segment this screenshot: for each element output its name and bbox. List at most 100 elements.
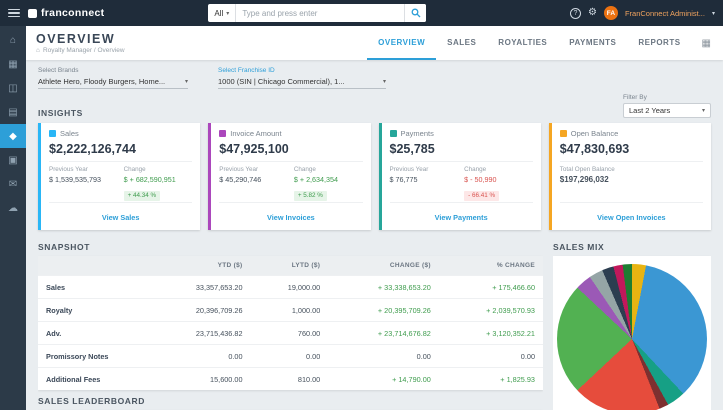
cell-value: 0.00 <box>250 344 329 368</box>
tab-royalties[interactable]: ROYALTIES <box>487 26 558 60</box>
brands-filter: Select Brands Athlete Hero, Floody Burge… <box>38 67 188 89</box>
sidebar-item-store[interactable]: ▣ <box>0 148 26 172</box>
franchise-filter-dropdown[interactable]: 1000 (SIN | Chicago Commercial), 1... ▾ <box>218 76 386 89</box>
change-label: Change <box>293 166 316 173</box>
title-wrap: OVERVIEW ⌂ Royalty Manager / Overview <box>36 32 125 54</box>
view-open-invoices-link[interactable]: View Open Invoices <box>597 213 665 222</box>
cell-value: 0.00 <box>150 344 251 368</box>
snapshot-column-blank <box>38 256 150 276</box>
logo-icon <box>28 8 37 18</box>
row-label: Additional Fees <box>38 367 150 390</box>
total-open-balance-value: $197,296,032 <box>559 175 609 184</box>
cell-value: + 33,338,653.20 <box>328 275 439 299</box>
change-badge: + 44.34 % <box>123 190 161 201</box>
chevron-down-icon: ▾ <box>184 79 188 85</box>
open-balance-card: Open Balance $47,830,693 Total Open Bala… <box>548 123 711 230</box>
tab-sales[interactable]: SALES <box>436 26 487 60</box>
dashboard-icon: ▦ <box>8 58 18 70</box>
row-label: Sales <box>38 275 150 299</box>
cell-value: 0.00 <box>438 344 543 368</box>
cell-value: 1,000.00 <box>250 298 329 322</box>
gear-icon[interactable]: ⚙ <box>588 8 597 18</box>
cell-value: + 14,790.00 <box>328 367 439 390</box>
cell-value: 33,357,653.20 <box>150 275 251 299</box>
chevron-down-icon: ▾ <box>226 10 230 17</box>
cell-value: + 175,466.60 <box>438 275 543 299</box>
view-sales-link[interactable]: View Sales <box>102 213 140 222</box>
invoice-amount-card: Invoice Amount $47,925,100 Previous Year… <box>208 123 371 230</box>
cell-value: + 1,825.93 <box>438 367 543 390</box>
cell-value: + 23,714,676.82 <box>328 321 439 345</box>
search-button[interactable] <box>404 4 427 22</box>
search-icon <box>411 6 421 21</box>
apps-grid-icon[interactable]: ▦ <box>692 26 711 60</box>
search-scope-dropdown[interactable]: All ▾ <box>208 4 237 22</box>
change-value: $ - 50,990 <box>464 175 497 184</box>
row-label: Royalty <box>38 298 150 322</box>
tab-bar: OVERVIEW SALES ROYALTIES PAYMENTS REPORT… <box>367 26 711 60</box>
invoice-card-icon <box>219 130 227 137</box>
filter-by-label: Filter By <box>623 94 647 101</box>
home-icon[interactable]: ⌂ <box>36 47 40 54</box>
prev-year-label: Previous Year <box>219 166 259 173</box>
snapshot-section-title: SNAPSHOT <box>38 242 91 252</box>
open-balance-card-icon <box>559 130 567 137</box>
cell-value: 0.00 <box>328 344 439 368</box>
table-row: Promissory Notes 0.00 0.00 0.00 0.00 <box>38 344 543 368</box>
filter-by-value: Last 2 Years <box>629 106 671 115</box>
menu-icon[interactable] <box>8 8 20 18</box>
tab-payments[interactable]: PAYMENTS <box>558 26 627 60</box>
insights-section-title: INSIGHTS <box>38 108 83 118</box>
table-row: Sales 33,357,653.20 19,000.00 + 33,338,653.… <box>38 275 543 299</box>
filter-by-dropdown[interactable]: Last 2 Years ▾ <box>623 103 711 118</box>
invoice-amount: $47,925,100 <box>219 142 289 156</box>
messages-icon: ✉ <box>8 178 18 190</box>
open-balance-amount: $47,830,693 <box>559 142 630 156</box>
user-menu-chevron-icon[interactable]: ▾ <box>712 10 715 17</box>
sales-mix-panel <box>553 256 711 410</box>
help-icon[interactable]: ? <box>569 7 581 19</box>
cell-value: + 3,120,352.21 <box>438 321 543 345</box>
card-title: Sales <box>60 129 79 138</box>
table-row: Adv. 23,715,436.82 760.00 + 23,714,676.82 + … <box>38 321 543 345</box>
cell-value: 20,396,709.26 <box>150 298 251 322</box>
row-label: Adv. <box>38 321 150 345</box>
prev-year-value: $ 76,775 <box>389 175 418 184</box>
sales-mix-section-title: SALES MIX <box>553 242 605 252</box>
sales-card-icon <box>49 130 56 137</box>
row-label: Promissory Notes <box>38 344 150 368</box>
cell-value: + 20,395,709.26 <box>328 298 439 322</box>
payments-amount: $25,785 <box>389 142 435 156</box>
change-label: Change <box>123 166 146 173</box>
web-icon: ☁ <box>8 202 18 214</box>
sidebar-item-web[interactable]: ☁ <box>0 196 26 220</box>
sidebar-item-info-manager[interactable]: ▤ <box>0 100 26 124</box>
tab-overview[interactable]: OVERVIEW <box>367 26 437 60</box>
page-header: OVERVIEW ⌂ Royalty Manager / Overview OV… <box>26 26 723 60</box>
sidebar-item-contacts[interactable]: ◫ <box>0 76 26 100</box>
store-icon: ▣ <box>8 154 18 166</box>
sidebar-item-messages[interactable]: ✉ <box>0 172 26 196</box>
prev-year-label: Previous Year <box>49 166 88 173</box>
sidebar-item-royalty-manager[interactable]: ◆ <box>0 124 26 148</box>
cell-value: 760.00 <box>250 321 329 345</box>
home-icon: ⌂ <box>9 34 17 46</box>
contacts-icon: ◫ <box>8 82 18 94</box>
chevron-down-icon: ▾ <box>701 108 705 114</box>
sidebar-item-home[interactable]: ⌂ <box>0 28 26 52</box>
sidebar-item-dashboard[interactable]: ▦ <box>0 52 26 76</box>
page-title: OVERVIEW <box>36 32 116 46</box>
franchise-filter-label: Select Franchise ID <box>218 67 275 74</box>
view-payments-link[interactable]: View Payments <box>435 213 488 222</box>
avatar[interactable]: FA <box>603 6 618 20</box>
brands-filter-dropdown[interactable]: Athlete Hero, Floody Burgers, Home... ▾ <box>38 76 188 89</box>
card-title: Invoice Amount <box>230 129 282 138</box>
prev-year-label: Previous Year <box>389 166 429 173</box>
tab-reports[interactable]: REPORTS <box>627 26 691 60</box>
view-invoices-link[interactable]: View Invoices <box>267 213 315 222</box>
change-value: $ + 682,590,951 <box>123 175 176 184</box>
change-badge: + 5.82 % <box>293 190 327 201</box>
search-input[interactable] <box>236 8 405 18</box>
total-open-balance-label: Total Open Balance <box>559 166 615 173</box>
user-name[interactable]: FranConnect Administ... <box>625 9 705 18</box>
